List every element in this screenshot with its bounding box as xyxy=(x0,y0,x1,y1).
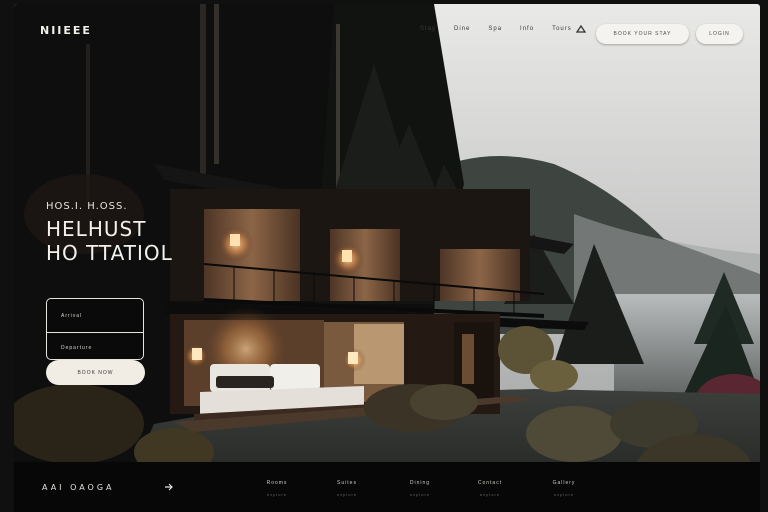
nav-link-3[interactable]: Spa xyxy=(488,26,502,32)
footer-link-subtitle: explore xyxy=(479,492,501,497)
mountain-icon[interactable] xyxy=(576,24,586,34)
footer-bar xyxy=(14,462,760,512)
departure-field[interactable]: Departure xyxy=(47,332,143,362)
footer-link-rooms[interactable]: Rooms explore xyxy=(255,480,299,497)
hero-title: HELHUST HO TTATIOL xyxy=(46,217,173,265)
hero-eyebrow: HOS.I. H.OSS. xyxy=(46,201,128,212)
footer-link-title: Suites xyxy=(337,480,357,486)
footer-link-contact[interactable]: Contact explore xyxy=(468,480,512,497)
footer-link-subtitle: explore xyxy=(553,492,575,497)
page-frame: NIIEEE Stay Dine Spa Info Tours BOOK YOU… xyxy=(0,0,768,512)
arrival-field[interactable]: Arrival xyxy=(47,301,143,331)
footer-link-title: Gallery xyxy=(552,480,576,486)
nav-link-1[interactable]: Stay xyxy=(420,26,436,32)
footer-link-dining[interactable]: Dining explore xyxy=(398,480,442,497)
nav-link-5[interactable]: Tours xyxy=(552,26,572,32)
nav-link-4[interactable]: Info xyxy=(520,26,534,32)
footer-link-subtitle: explore xyxy=(336,492,358,497)
footer-brand[interactable]: AAI OAOGA xyxy=(42,483,115,492)
footer-link-subtitle: explore xyxy=(266,492,288,497)
footer-link-title: Dining xyxy=(409,480,431,486)
booking-panel: Arrival Departure xyxy=(46,298,144,360)
hero-title-line-2: HO TTATIOL xyxy=(46,241,173,265)
footer-link-title: Rooms xyxy=(266,480,288,486)
login-button[interactable]: LOGIN xyxy=(696,24,743,44)
brand-logo[interactable]: NIIEEE xyxy=(40,24,92,37)
hero-title-line-1: HELHUST xyxy=(46,217,147,241)
nav-link-2[interactable]: Dine xyxy=(454,26,470,32)
footer-link-subtitle: explore xyxy=(409,492,431,497)
top-nav: Stay Dine Spa Info Tours xyxy=(420,26,590,32)
footer-link-gallery[interactable]: Gallery explore xyxy=(542,480,586,497)
arrow-icon[interactable] xyxy=(164,482,174,492)
book-now-button[interactable]: BOOK NOW xyxy=(46,360,145,385)
book-stay-button[interactable]: BOOK YOUR STAY xyxy=(596,24,689,44)
footer-link-title: Contact xyxy=(477,480,503,486)
footer-link-suites[interactable]: Suites explore xyxy=(325,480,369,497)
